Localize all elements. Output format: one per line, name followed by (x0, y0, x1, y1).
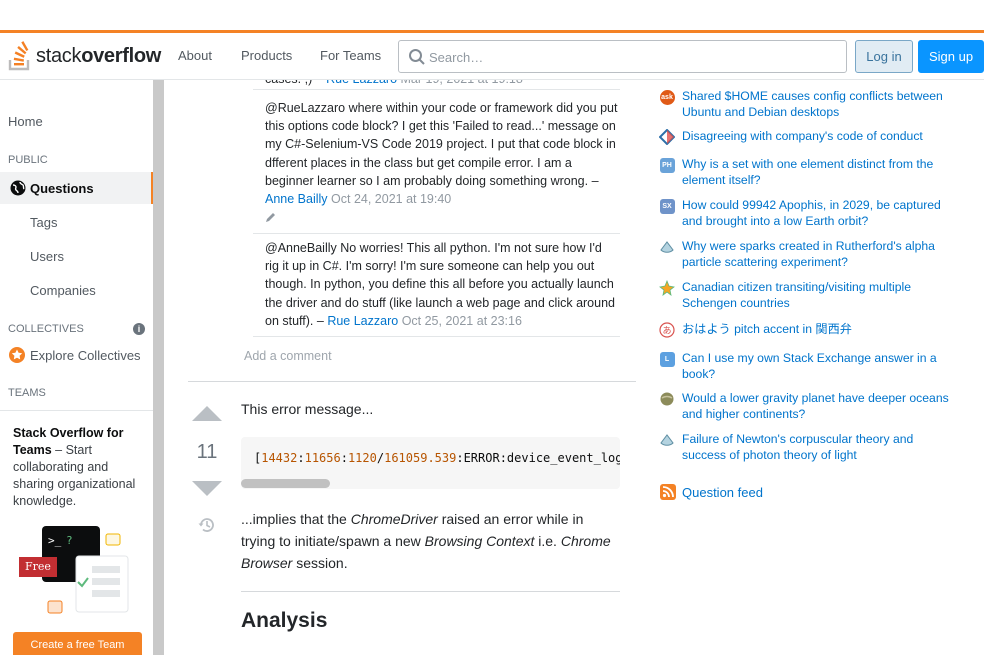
hnq-item[interactable]: SX How could 99942 Apophis, in 2029, be … (658, 197, 958, 230)
sidebar-item-home[interactable]: Home (8, 114, 43, 129)
hot-network-questions: ask Shared $HOME causes config conflicts… (658, 80, 968, 655)
search-icon (409, 49, 425, 65)
law-icon: L (659, 351, 675, 367)
sidebar-item-questions-label: Questions (30, 181, 94, 196)
comment-date[interactable]: Oct 24, 2021 at 19:40 (331, 192, 451, 206)
add-comment-link[interactable]: Add a comment (244, 349, 332, 363)
top-accent-line (0, 30, 984, 33)
answer-body: ...implies that the ChromeDriver raised … (241, 511, 611, 571)
hnq-item[interactable]: Disagreeing with company's code of condu… (658, 128, 958, 145)
hnq-item[interactable]: Would a lower gravity planet have deeper… (658, 390, 958, 423)
hnq-title[interactable]: Can I use my own Stack Exchange answer i… (682, 350, 957, 383)
sidebar-section-teams: TEAMS (8, 387, 46, 399)
globe-icon (10, 180, 26, 196)
svg-text:?: ? (66, 534, 73, 547)
question-feed-label: Question feed (682, 484, 763, 500)
answer-intro: This error message... (241, 401, 374, 417)
hnq-item[interactable]: L Can I use my own Stack Exchange answer… (658, 350, 958, 383)
hnq-title[interactable]: Would a lower gravity planet have deeper… (682, 390, 957, 423)
sidebar-item-questions[interactable]: Questions (0, 172, 154, 204)
nav-about[interactable]: About (178, 48, 212, 63)
hnq-item[interactable]: Canadian citizen transiting/visiting mul… (658, 279, 958, 312)
sidebar-scrollbar[interactable] (153, 80, 164, 655)
comment-date[interactable]: Oct 25, 2021 at 23:16 (402, 314, 522, 328)
hnq-title[interactable]: Failure of Newton's corpuscular theory a… (682, 431, 957, 464)
rss-icon (660, 484, 676, 500)
info-icon[interactable]: i (133, 323, 145, 335)
sidebar-item-users[interactable]: Users (30, 249, 64, 264)
hnq-title[interactable]: Shared $HOME causes config conflicts bet… (682, 88, 957, 121)
hnq-item[interactable]: Why were sparks created in Rutherford's … (658, 238, 958, 271)
logo-text-light: stack (36, 44, 82, 67)
travel-icon (659, 280, 675, 296)
upvote-button[interactable] (192, 406, 222, 421)
hnq-title[interactable]: おはよう pitch accent in 関西弁 (682, 321, 957, 338)
signup-button[interactable]: Sign up (918, 40, 984, 73)
stack-logo-icon (8, 41, 30, 71)
downvote-button[interactable] (192, 481, 222, 496)
svg-text:>_: >_ (48, 534, 62, 547)
sidebar-item-tags[interactable]: Tags (30, 215, 57, 230)
hnq-title[interactable]: How could 99942 Apophis, in 2029, be cap… (682, 197, 957, 230)
history-icon[interactable] (197, 516, 217, 534)
answer-section-divider (241, 591, 620, 592)
sidebar-item-explore-collectives[interactable]: Explore Collectives (8, 346, 141, 364)
teams-promo: Stack Overflow for Teams – Start collabo… (0, 410, 154, 655)
answer-divider (188, 381, 636, 382)
space-icon: SX (659, 198, 675, 214)
logo-text-bold: overflow (81, 44, 162, 67)
main-content: cases. ;) – Rue Lazzaro Mar 19, 2021 at … (188, 72, 638, 655)
search-box[interactable] (398, 40, 847, 73)
answer-heading: Analysis (241, 609, 328, 632)
vote-count: 11 (196, 441, 218, 463)
comment-divider (253, 89, 620, 90)
meta-se-icon (659, 129, 675, 145)
create-free-team-button[interactable]: Create a free Team (13, 632, 142, 655)
hnq-title[interactable]: Why is a set with one element distinct f… (682, 156, 957, 189)
explore-collectives-label: Explore Collectives (30, 347, 141, 363)
comment-user-link[interactable]: Rue Lazzaro (327, 314, 398, 328)
worldbuilding-icon (660, 392, 674, 406)
hnq-item[interactable]: あ おはよう pitch accent in 関西弁 (658, 321, 958, 338)
collectives-icon (9, 347, 25, 363)
nav-products[interactable]: Products (241, 48, 292, 63)
hnq-item[interactable]: ask Shared $HOME causes config conflicts… (658, 88, 958, 121)
hnq-title[interactable]: Canadian citizen transiting/visiting mul… (682, 279, 957, 312)
search-input[interactable] (429, 47, 829, 67)
left-sidebar: Home PUBLIC Questions Tags Users Compani… (0, 80, 164, 655)
question-feed-link[interactable]: Question feed (660, 484, 763, 500)
comment-divider (253, 336, 620, 337)
sidebar-section-collectives: COLLECTIVES (8, 323, 84, 335)
top-bar-divider (0, 79, 984, 80)
japanese-icon: あ (659, 322, 675, 338)
hnq-item[interactable]: Failure of Newton's corpuscular theory a… (658, 431, 958, 464)
physics-icon (660, 241, 674, 253)
svg-text:あ: あ (662, 326, 671, 337)
nav-for-teams[interactable]: For Teams (320, 48, 381, 63)
top-bar: stackoverflow About Products For Teams L… (0, 0, 984, 80)
hnq-item[interactable]: PH Why is a set with one element distinc… (658, 156, 958, 189)
sidebar-item-companies[interactable]: Companies (30, 283, 96, 298)
askubuntu-icon: ask (659, 89, 675, 105)
free-badge: Free (19, 557, 57, 577)
hnq-title[interactable]: Disagreeing with company's code of condu… (682, 128, 957, 145)
comment-1: @RueLazzaro where within your code or fr… (265, 99, 619, 208)
code-block: [14432:11656:1120/161059.539:ERROR:devic… (241, 437, 620, 489)
comment-text: @RueLazzaro where within your code or fr… (265, 101, 618, 188)
edited-pencil-icon (266, 213, 275, 222)
physics-icon (660, 434, 674, 446)
code-line: [14432:11656:1120/161059.539:ERROR:devic… (254, 451, 620, 465)
login-button[interactable]: Log in (855, 40, 913, 73)
philosophy-icon: PH (659, 157, 675, 173)
comment-user-link[interactable]: Anne Bailly (265, 192, 328, 206)
hnq-title[interactable]: Why were sparks created in Rutherford's … (682, 238, 957, 271)
stackoverflow-logo[interactable]: stackoverflow (8, 40, 161, 72)
comment-divider (253, 233, 620, 234)
code-scrollbar[interactable] (241, 479, 330, 488)
sidebar-section-public: PUBLIC (8, 154, 48, 166)
comment-2: @AnneBailly No worries! This all python.… (265, 239, 619, 330)
